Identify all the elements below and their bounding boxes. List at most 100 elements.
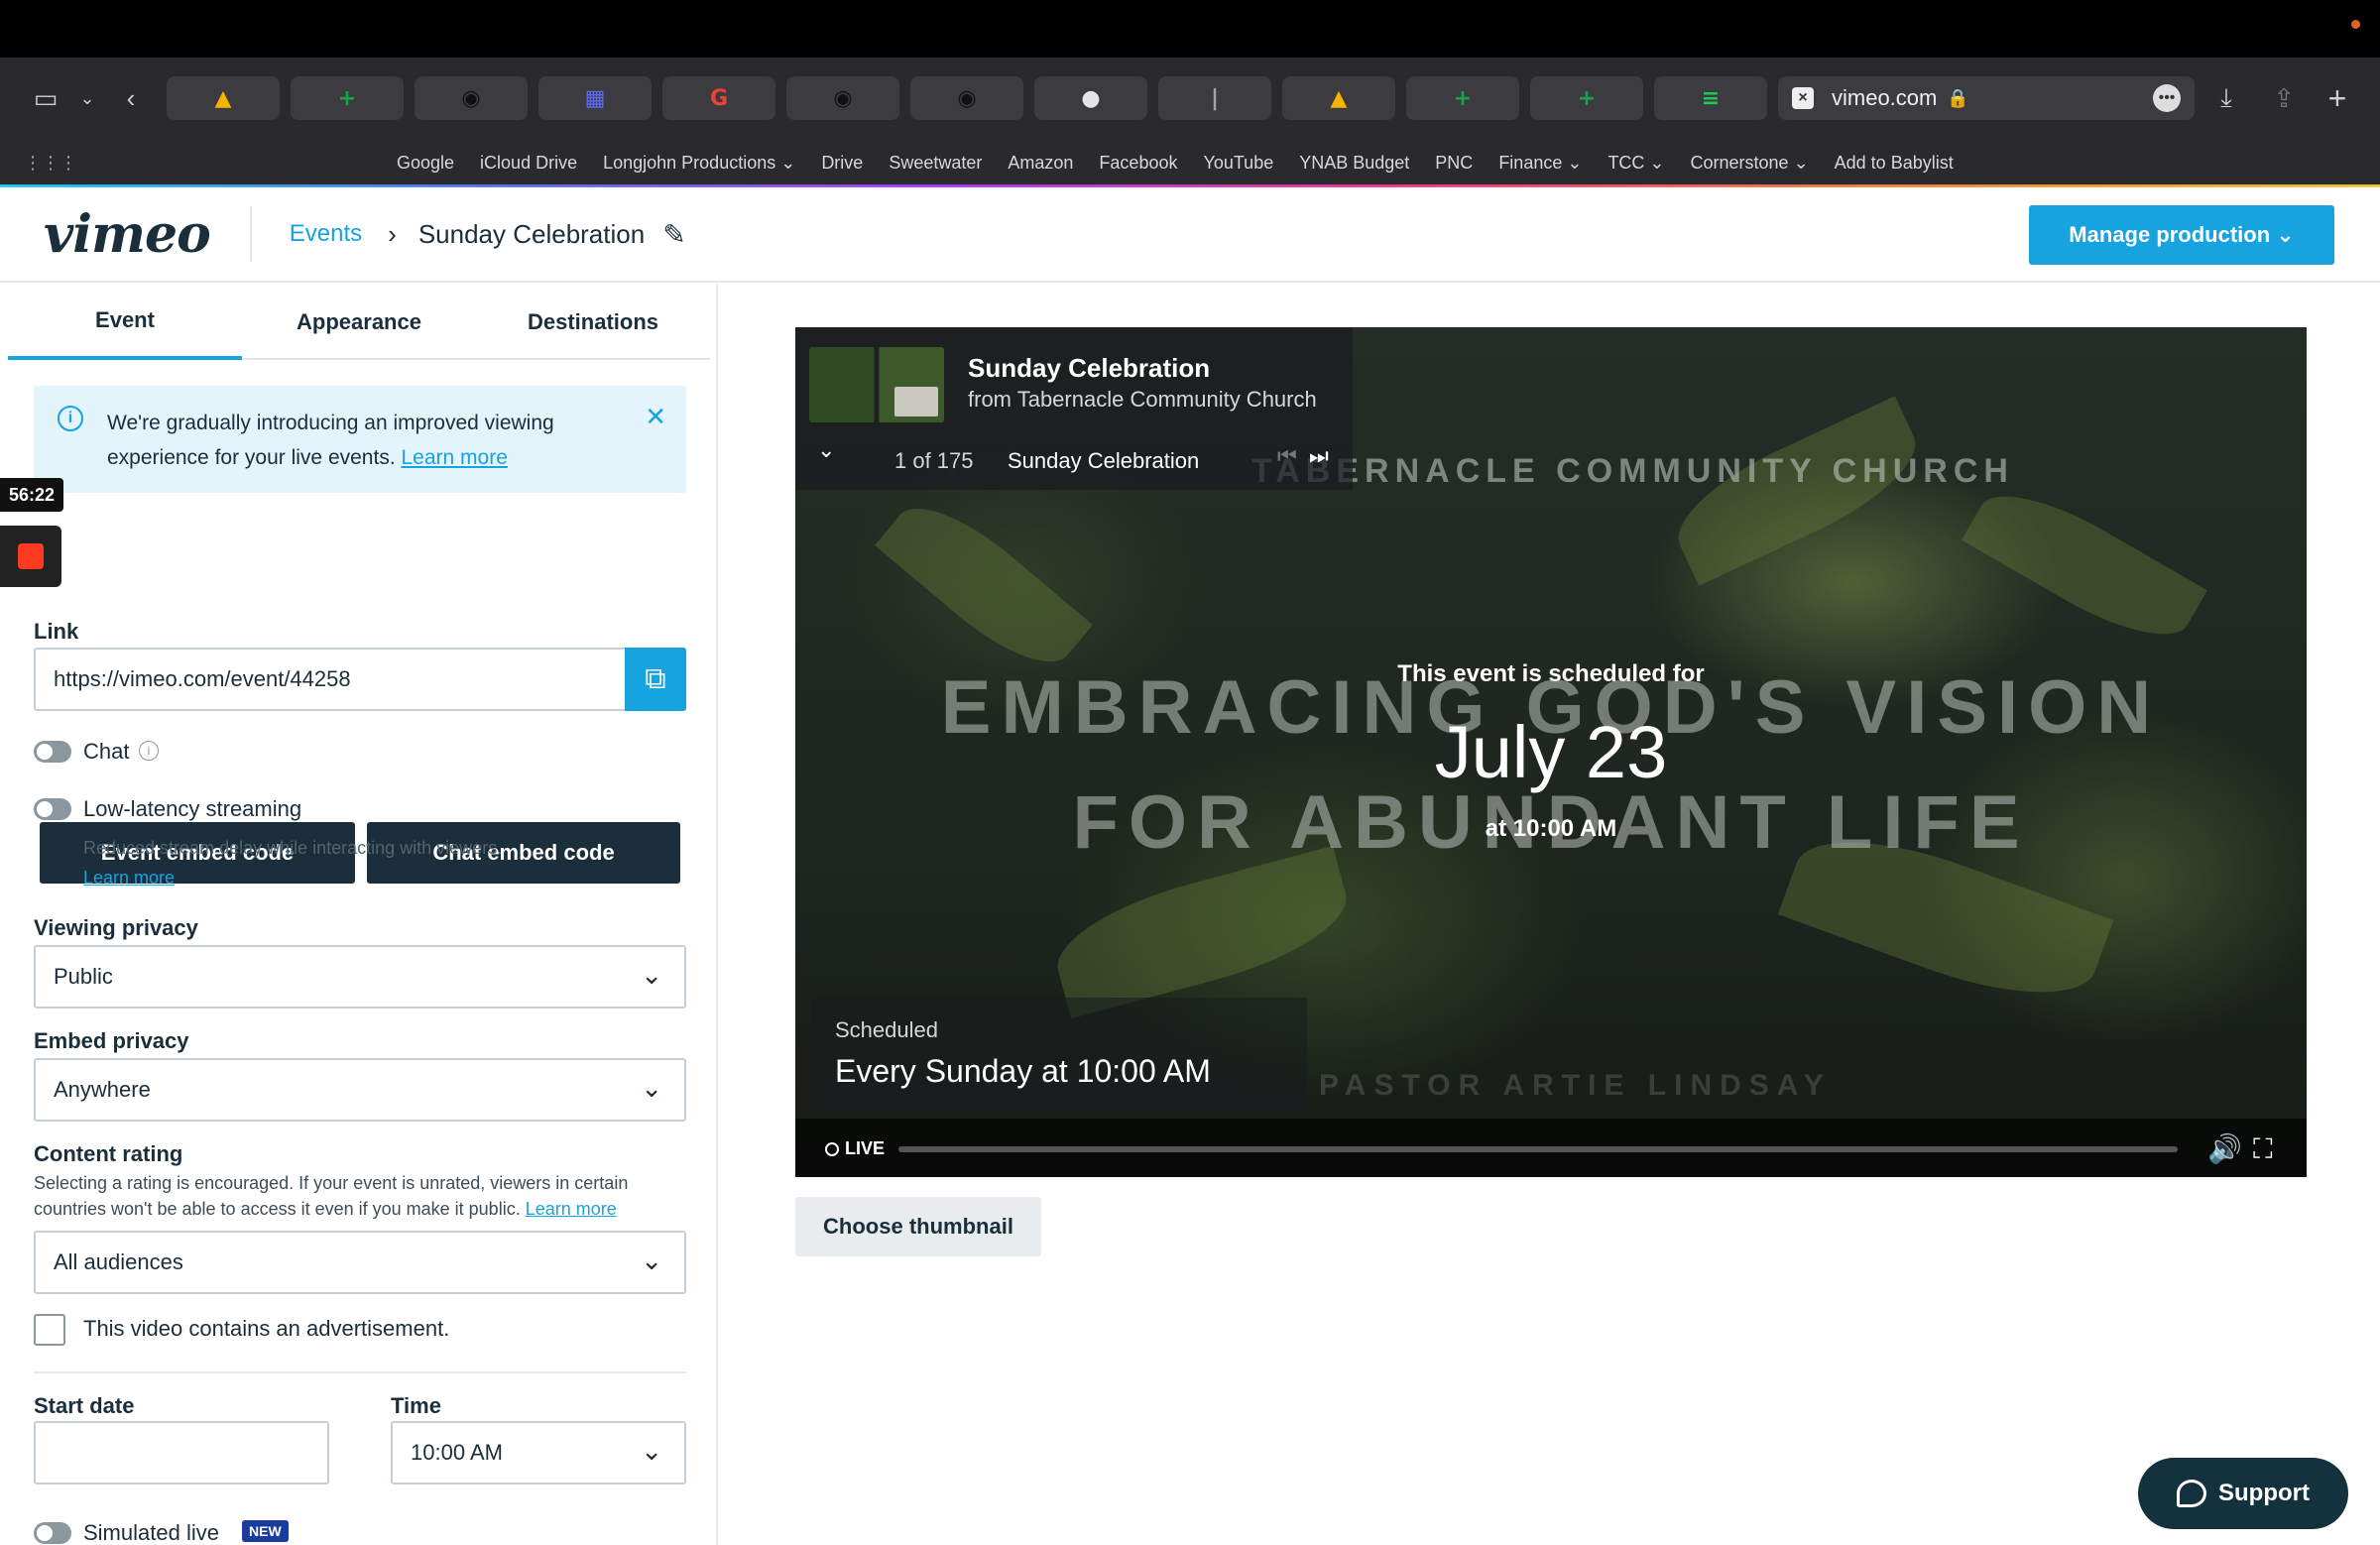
section-divider: [34, 1371, 686, 1373]
browser-tab[interactable]: ◉: [786, 76, 899, 120]
playlist-overlay: Sunday Celebration from Tabernacle Commu…: [795, 327, 1353, 490]
notice-learn-more-link[interactable]: Learn more: [401, 446, 507, 469]
browser-tab[interactable]: ▲: [167, 76, 280, 120]
content-rating-hint: Selecting a rating is encouraged. If you…: [34, 1170, 698, 1222]
low-latency-hint: Reduced stream delay while interacting w…: [83, 838, 503, 858]
scheduled-info-box: Scheduled Every Sunday at 10:00 AM: [811, 998, 1307, 1115]
recording-timer: 56:22: [0, 478, 63, 512]
bookmark-item[interactable]: Finance ⌄: [1498, 153, 1582, 174]
low-latency-toggle[interactable]: [34, 798, 71, 820]
live-indicator: LIVE: [825, 1138, 885, 1159]
breadcrumb-events-link[interactable]: Events: [290, 220, 362, 248]
chevron-down-icon[interactable]: ⌄: [73, 73, 101, 123]
header-divider: [249, 206, 252, 262]
tab-destinations[interactable]: Destinations: [476, 285, 710, 360]
event-link-field[interactable]: https://vimeo.com/event/44258 ⧉: [34, 648, 686, 711]
simulated-live-toggle[interactable]: [34, 1522, 71, 1544]
previous-icon[interactable]: ⏮: [1277, 444, 1297, 469]
browser-tab[interactable]: ▦: [538, 76, 652, 120]
simulated-live-label: Simulated live: [83, 1520, 219, 1545]
panel-tabs: Event Appearance Destinations: [8, 285, 710, 360]
share-icon[interactable]: ⇪: [2258, 73, 2310, 123]
choose-thumbnail-button[interactable]: Choose thumbnail: [795, 1197, 1041, 1256]
viewing-privacy-select[interactable]: Public ⌄: [34, 945, 686, 1009]
low-latency-learn-more-link[interactable]: Learn more: [83, 868, 175, 889]
fullscreen-icon[interactable]: ⛶: [2253, 1132, 2273, 1166]
chat-bubble-icon: [2177, 1480, 2206, 1507]
download-icon[interactable]: ⤓: [2195, 73, 2258, 123]
google-drive-icon: ▲: [1330, 85, 1348, 111]
bookmark-item[interactable]: YouTube: [1203, 153, 1273, 174]
address-text: vimeo.com: [1832, 85, 1938, 110]
manage-production-button[interactable]: Manage production ⌄: [2029, 205, 2334, 265]
browser-tab[interactable]: ●: [1034, 76, 1147, 120]
stop-recording-button[interactable]: [0, 526, 61, 587]
browser-tab[interactable]: ▲: [1282, 76, 1395, 120]
chat-toggle[interactable]: [34, 741, 71, 763]
bookmark-item[interactable]: Facebook: [1099, 153, 1177, 174]
browser-tab[interactable]: +: [1530, 76, 1643, 120]
breadcrumb-chevron-icon: ›: [388, 218, 397, 249]
chat-label: Chat: [83, 739, 130, 764]
browser-tab[interactable]: ≡: [1654, 76, 1767, 120]
wifi-router-icon: ◉: [833, 85, 853, 111]
chevron-down-icon: ⌄: [641, 961, 662, 991]
playlist-current-name: Sunday Celebration: [1008, 448, 1200, 473]
pastor-watermark: PASTOR ARTIE LINDSAY: [1319, 1069, 1832, 1102]
close-icon[interactable]: ✕: [645, 402, 666, 432]
more-options-icon[interactable]: •••: [2153, 84, 2181, 112]
browser-tab[interactable]: G: [662, 76, 775, 120]
tab-appearance[interactable]: Appearance: [242, 285, 476, 360]
browser-tab[interactable]: +: [291, 76, 404, 120]
volume-icon[interactable]: 🔊: [2207, 1132, 2242, 1165]
google-sheets-icon: ≡: [1701, 85, 1721, 111]
apps-grid-icon[interactable]: ⋮⋮⋮: [24, 153, 77, 174]
browser-tab[interactable]: ◉: [910, 76, 1023, 120]
browser-tab[interactable]: ◉: [415, 76, 528, 120]
new-tab-icon[interactable]: +: [2310, 73, 2365, 123]
vimeo-logo[interactable]: vimeo: [44, 204, 211, 265]
bookmark-item[interactable]: TCC ⌄: [1607, 153, 1664, 174]
bookmark-item[interactable]: Amazon: [1008, 153, 1073, 174]
address-bar[interactable]: × vimeo.com 🔒 •••: [1778, 76, 2195, 120]
player-controls: LIVE 🔊 ⛶: [795, 1119, 2307, 1177]
content-rating-learn-more-link[interactable]: Learn more: [526, 1199, 617, 1219]
chat-info-icon[interactable]: i: [139, 741, 159, 761]
lock-icon: 🔒: [1947, 87, 1969, 108]
back-icon[interactable]: ‹: [101, 73, 161, 123]
sidebar-toggle-icon[interactable]: ▭: [18, 73, 73, 123]
scheduled-label: Scheduled: [835, 1017, 938, 1042]
bookmark-item[interactable]: iCloud Drive: [480, 153, 577, 174]
browser-tab[interactable]: |: [1158, 76, 1271, 120]
bookmark-item[interactable]: PNC: [1435, 153, 1473, 174]
copy-link-icon[interactable]: ⧉: [625, 648, 686, 711]
bookmark-item[interactable]: Drive: [821, 153, 863, 174]
edit-pencil-icon[interactable]: ✎: [662, 218, 685, 251]
advertisement-checkbox[interactable]: [34, 1314, 65, 1346]
bookmark-item[interactable]: Add to Babylist: [1835, 153, 1954, 174]
tab-event[interactable]: Event: [8, 285, 242, 360]
video-player[interactable]: TABERNACLE COMMUNITY CHURCH EMBRACING GO…: [795, 327, 2307, 1177]
browser-tab-bar: ▭ ⌄ ‹ ▲ + ◉ ▦ G ◉ ◉ ● | ▲ + + ≡ × vimeo.com 🔒 ••• ⤓ …: [0, 58, 2380, 139]
time-value: 10:00 AM: [411, 1440, 503, 1465]
bookmark-item[interactable]: Longjohn Productions ⌄: [603, 153, 795, 174]
overlay-title[interactable]: Sunday Celebration: [968, 353, 1210, 384]
chevron-down-icon[interactable]: ⌄: [817, 438, 835, 463]
time-select[interactable]: 10:00 AM ⌄: [391, 1421, 686, 1485]
start-date-input[interactable]: [34, 1421, 329, 1485]
embed-privacy-select[interactable]: Anywhere ⌄: [34, 1058, 686, 1122]
scheduled-value: Every Sunday at 10:00 AM: [835, 1053, 1211, 1089]
bookmark-item[interactable]: Sweetwater: [889, 153, 982, 174]
browser-tab[interactable]: +: [1406, 76, 1519, 120]
content-rating-select[interactable]: All audiences ⌄: [34, 1231, 686, 1294]
progress-bar[interactable]: [898, 1146, 2178, 1152]
bookmark-item[interactable]: Google: [397, 153, 454, 174]
overlay-subtitle[interactable]: from Tabernacle Community Church: [968, 387, 1317, 413]
support-button[interactable]: Support: [2138, 1458, 2348, 1529]
chevron-down-icon: ⌄: [641, 1074, 662, 1104]
bookmark-item[interactable]: Cornerstone ⌄: [1691, 153, 1809, 174]
next-icon[interactable]: ⏭: [1309, 444, 1329, 469]
event-thumbnail[interactable]: [809, 347, 944, 422]
page-title: Sunday Celebration: [417, 218, 646, 249]
bookmark-item[interactable]: YNAB Budget: [1299, 153, 1409, 174]
